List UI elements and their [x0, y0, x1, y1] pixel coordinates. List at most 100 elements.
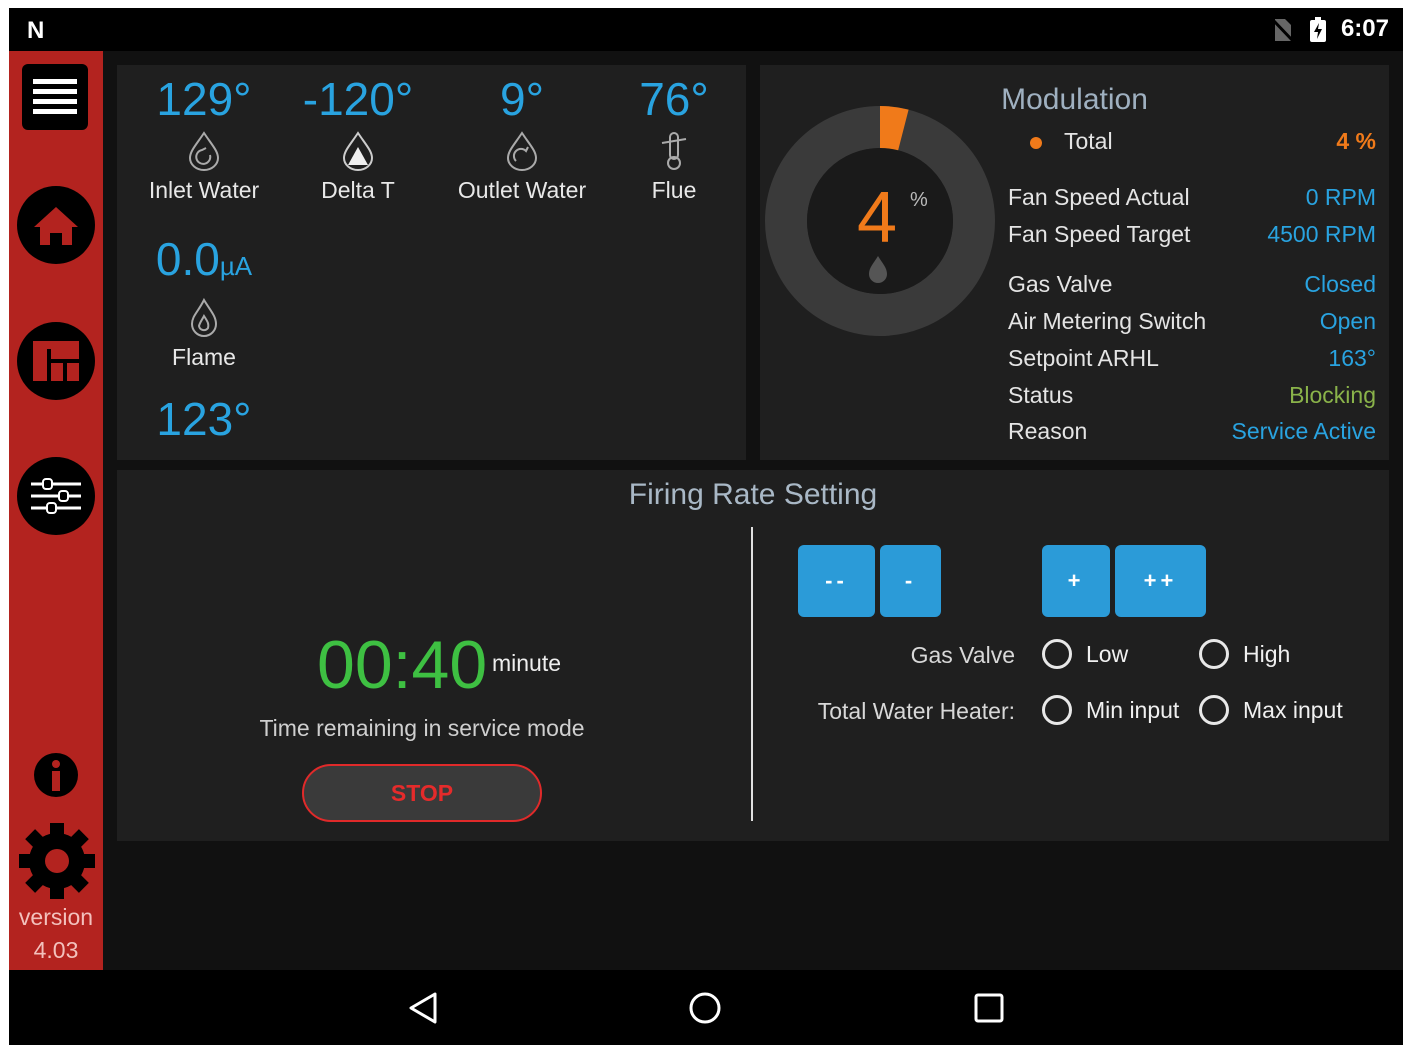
- delta-t-tile: -120° Delta T: [283, 73, 433, 205]
- info-icon: [52, 760, 60, 791]
- gear-button[interactable]: [17, 821, 97, 906]
- device-screen: N 6:07 version 4.03 129° Inlet Water -12…: [9, 8, 1403, 1045]
- increase-big-button[interactable]: ++: [1115, 545, 1206, 617]
- gas-valve-high-radio[interactable]: High: [1199, 639, 1290, 669]
- radio-label: Max input: [1243, 696, 1343, 723]
- reason-label: Reason: [1008, 418, 1088, 444]
- flame-unit: µA: [219, 251, 253, 281]
- dashboard-button[interactable]: [17, 322, 95, 400]
- flame-value: 0.0: [155, 233, 220, 285]
- version-label: version: [18, 904, 94, 930]
- settings-sliders-button[interactable]: [17, 457, 95, 535]
- dashboard-icon: [33, 341, 79, 381]
- modulation-total-row: Total 4 %: [1008, 128, 1376, 162]
- flue-tile: 76° Flue: [599, 73, 746, 205]
- home-icon: [34, 207, 78, 245]
- decrease-button[interactable]: -: [880, 545, 941, 617]
- outlet-water-value: 9°: [500, 73, 544, 125]
- sliders-icon: [31, 478, 81, 514]
- extra-temp-value: 123°: [156, 393, 252, 445]
- air-metering-value: Open: [1319, 308, 1376, 334]
- navigation-bar: [9, 970, 1403, 1045]
- mod-row: Air Metering Switch Open: [1008, 308, 1376, 342]
- mod-row: Gas Valve Closed: [1008, 271, 1376, 305]
- flame-icon: [190, 297, 218, 337]
- reason-value: Service Active: [1231, 418, 1376, 444]
- no-sim-icon: [1271, 18, 1295, 43]
- stop-button[interactable]: STOP: [302, 764, 542, 822]
- timer-label: Time remaining in service mode: [259, 715, 585, 741]
- status-value: Blocking: [1289, 382, 1376, 408]
- inlet-water-icon: [188, 131, 220, 171]
- radio-circle: [1199, 695, 1229, 725]
- hamburger-icon: [33, 79, 77, 114]
- version-number: 4.03: [33, 937, 79, 963]
- gear-icon: [19, 823, 95, 899]
- extra-temp-tile: 123°: [129, 393, 279, 445]
- flue-value: 76°: [639, 73, 709, 125]
- menu-button[interactable]: [22, 64, 88, 130]
- inlet-water-tile: 129° Inlet Water: [129, 73, 279, 205]
- inlet-water-label: Inlet Water: [148, 177, 260, 203]
- service-timer: 00:40: [317, 627, 488, 703]
- info-button[interactable]: [34, 753, 78, 797]
- outlet-water-label: Outlet Water: [457, 177, 587, 203]
- status-bar: N 6:07: [9, 8, 1403, 51]
- gas-valve-label: Gas Valve: [1008, 271, 1113, 297]
- outlet-water-icon: [506, 131, 538, 171]
- panel-divider: [751, 527, 753, 821]
- home-nav-icon[interactable]: [687, 990, 723, 1026]
- radio-label: High: [1243, 640, 1291, 667]
- radio-circle: [1042, 695, 1072, 725]
- air-metering-label: Air Metering Switch: [1008, 308, 1207, 334]
- modulation-title: Modulation: [1001, 83, 1148, 116]
- sidebar: version 4.03: [9, 51, 103, 970]
- mod-row: Reason Service Active: [1008, 418, 1376, 452]
- total-value: 4 %: [1336, 128, 1376, 154]
- radio-circle: [1199, 639, 1229, 669]
- notification-logo: N: [27, 17, 45, 44]
- delta-t-value: -120°: [302, 73, 414, 125]
- gauge-unit: %: [910, 189, 928, 211]
- total-label: Total: [1064, 128, 1113, 154]
- gauge-value: 4: [857, 178, 897, 258]
- flame-tile: 0.0µA Flame: [129, 233, 279, 372]
- water-heater-radio-label: Total Water Heater:: [817, 698, 1015, 724]
- mod-row: Setpoint ARHL 163°: [1008, 345, 1376, 379]
- home-button[interactable]: [17, 186, 95, 264]
- outlet-water-tile: 9° Outlet Water: [447, 73, 597, 205]
- flue-label: Flue: [651, 177, 697, 203]
- temperatures-panel: 129° Inlet Water -120° Delta T 9° Outlet…: [117, 65, 746, 460]
- setpoint-label: Setpoint ARHL: [1008, 345, 1159, 371]
- timer-unit: minute: [492, 650, 562, 676]
- back-icon[interactable]: [405, 990, 441, 1026]
- setpoint-value: 163°: [1328, 345, 1376, 371]
- fan-speed-actual-label: Fan Speed Actual: [1008, 184, 1190, 210]
- gas-valve-radio-label: Gas Valve: [910, 642, 1015, 668]
- increase-button[interactable]: +: [1042, 545, 1110, 617]
- max-input-radio[interactable]: Max input: [1199, 695, 1343, 725]
- gas-valve-value: Closed: [1304, 271, 1376, 297]
- battery-charging-icon: [1310, 17, 1326, 42]
- status-label: Status: [1008, 382, 1074, 408]
- mod-row: Status Blocking: [1008, 382, 1376, 416]
- gas-valve-low-radio[interactable]: Low: [1042, 639, 1128, 669]
- delta-t-icon: [342, 131, 374, 171]
- delta-t-label: Delta T: [321, 177, 395, 203]
- modulation-gauge: 4 %: [765, 106, 995, 336]
- firing-rate-panel: Firing Rate Setting 00:40 minute Time re…: [117, 470, 1389, 841]
- fan-speed-target-label: Fan Speed Target: [1008, 221, 1191, 247]
- radio-label: Min input: [1086, 696, 1180, 723]
- fan-speed-actual-value: 0 RPM: [1305, 184, 1376, 210]
- decrease-big-button[interactable]: --: [798, 545, 875, 617]
- flame-label: Flame: [172, 344, 236, 370]
- mod-row: Fan Speed Actual 0 RPM: [1008, 184, 1376, 218]
- modulation-panel: 4 % Modulation Total 4 % Fan Speed Actua…: [760, 65, 1389, 460]
- clock: 6:07: [1340, 15, 1389, 42]
- inlet-water-value: 129°: [156, 73, 252, 125]
- radio-circle: [1042, 639, 1072, 669]
- main-area: 129° Inlet Water -120° Delta T 9° Outlet…: [103, 51, 1403, 970]
- min-input-radio[interactable]: Min input: [1042, 695, 1179, 725]
- radio-label: Low: [1086, 640, 1129, 667]
- recents-icon[interactable]: [971, 990, 1007, 1026]
